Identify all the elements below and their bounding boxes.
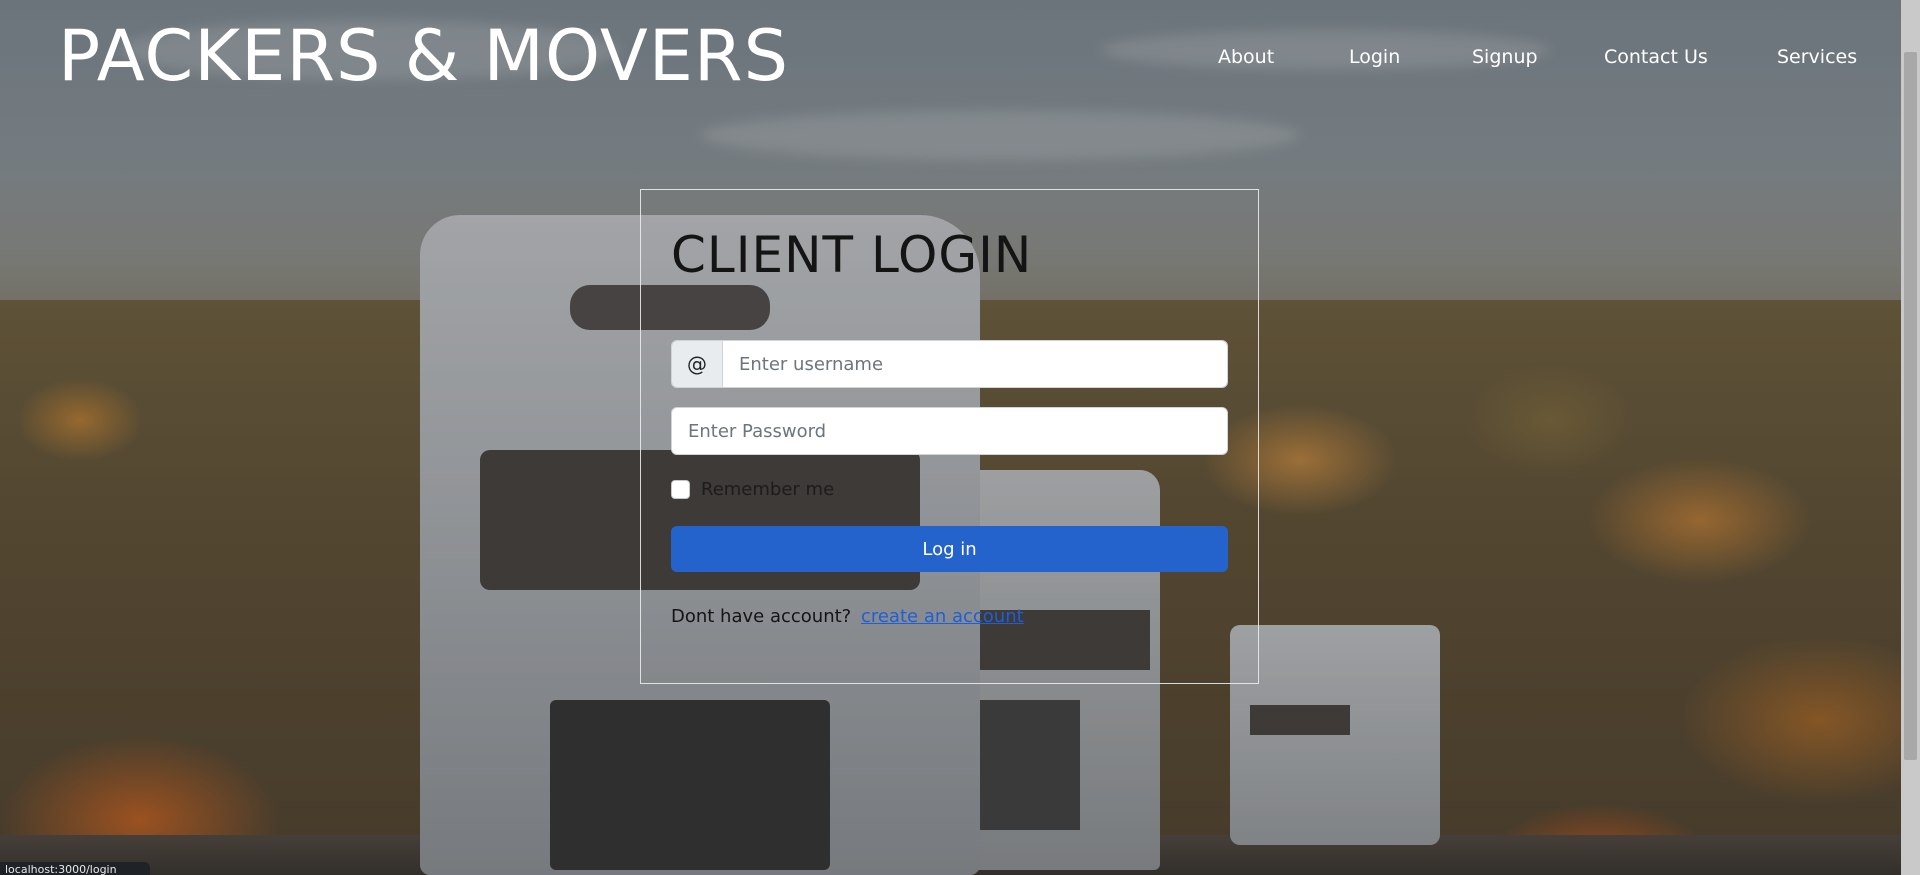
signup-prompt: Dont have account? create an account [671, 606, 1024, 627]
signup-prompt-text: Dont have account? [671, 606, 852, 627]
nav-services[interactable]: Services [1777, 46, 1857, 68]
nav-login[interactable]: Login [1349, 46, 1400, 68]
password-input[interactable] [671, 407, 1228, 455]
remember-me-label: Remember me [701, 479, 835, 500]
username-input[interactable] [723, 341, 1227, 387]
link-status-bar: localhost:3000/login [0, 862, 150, 875]
nav-contact-us[interactable]: Contact Us [1604, 46, 1708, 68]
login-card: CLIENT LOGIN @ Remember me Log in Dont h… [640, 189, 1259, 684]
login-button[interactable]: Log in [671, 526, 1228, 572]
remember-me-checkbox[interactable] [671, 480, 690, 499]
at-sign-addon: @ [672, 341, 723, 387]
nav-about[interactable]: About [1218, 46, 1274, 68]
create-account-link[interactable]: create an account [861, 606, 1024, 627]
vertical-scrollbar[interactable] [1901, 0, 1920, 875]
nav-signup[interactable]: Signup [1472, 46, 1538, 68]
username-input-group: @ [671, 340, 1228, 388]
top-nav: About Login Signup Contact Us Services [0, 46, 1900, 76]
login-title: CLIENT LOGIN [671, 226, 1033, 284]
remember-me[interactable]: Remember me [671, 479, 834, 500]
scrollbar-thumb[interactable] [1904, 52, 1917, 760]
